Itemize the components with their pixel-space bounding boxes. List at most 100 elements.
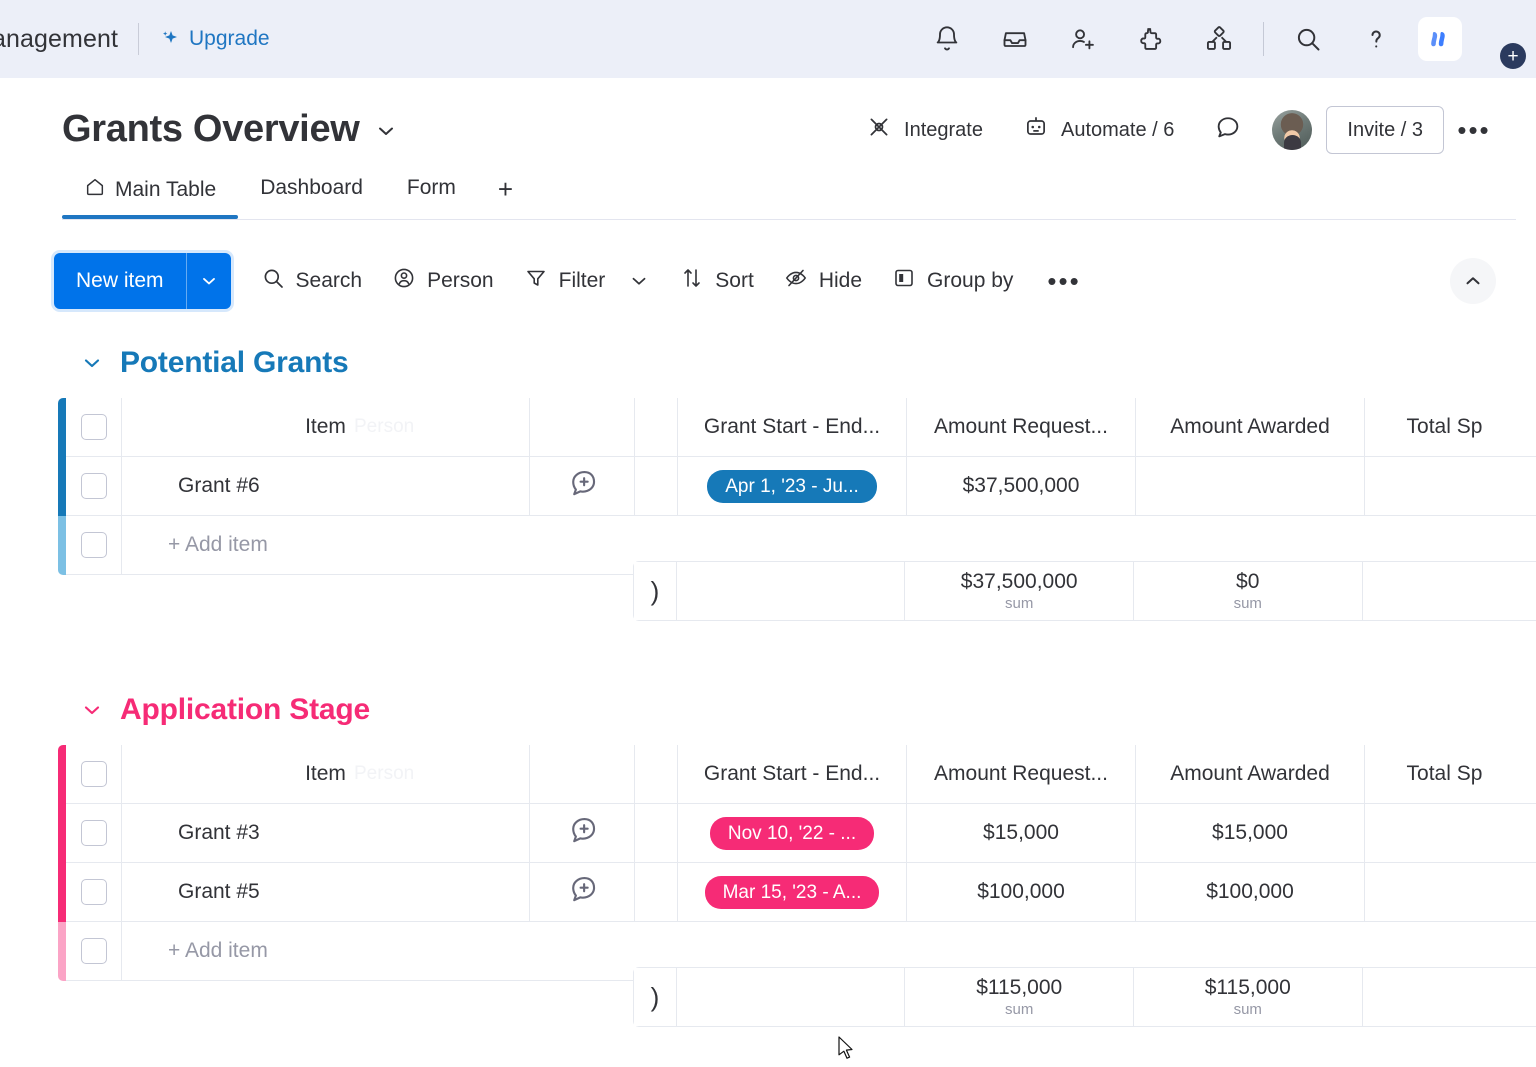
topbar-icon-divider	[1263, 22, 1264, 56]
search-button[interactable]: Search	[261, 266, 363, 296]
summary-total-spent[interactable]	[1363, 562, 1536, 620]
tab-form[interactable]: Form	[385, 176, 478, 214]
hide-button[interactable]: Hide	[784, 266, 862, 296]
column-header-amount-awarded[interactable]: Amount Awarded	[1136, 745, 1365, 804]
add-row-checkbox-cell[interactable]	[66, 516, 122, 575]
column-header-spacer	[635, 745, 678, 804]
item-name-label: Grant #5	[122, 880, 529, 904]
table-row[interactable]: Grant #5 Mar 15, '23 - A... $100,000 $10…	[58, 863, 1536, 922]
monday-logo-icon[interactable]	[1418, 17, 1462, 61]
sort-button[interactable]: Sort	[680, 266, 754, 296]
add-update-icon[interactable]	[565, 872, 599, 912]
summary-close-paren: )	[651, 576, 660, 607]
group-by-button[interactable]: Group by	[892, 266, 1013, 296]
table-row[interactable]: Grant #3 Nov 10, '22 - ... $15,000 $15,0…	[58, 804, 1536, 863]
summary-amount-awarded[interactable]: $115,000 sum	[1134, 968, 1363, 1026]
row-color-bar	[58, 804, 66, 863]
filter-button[interactable]: Filter	[524, 266, 651, 296]
cell-amount-requested[interactable]: $15,000	[907, 804, 1136, 863]
board-more-menu-button[interactable]: •••	[1450, 106, 1498, 154]
column-header-amount-requested[interactable]: Amount Request...	[907, 745, 1136, 804]
column-header-item[interactable]: Item Person	[122, 398, 530, 457]
cell-item-name[interactable]: Grant #5	[122, 863, 530, 922]
cell-conversation[interactable]	[530, 457, 635, 516]
help-icon[interactable]	[1353, 16, 1399, 62]
new-item-chevron-down-icon[interactable]	[187, 253, 231, 309]
summary-amount-awarded[interactable]: $0 sum	[1134, 562, 1363, 620]
search-icon	[261, 266, 285, 296]
summary-amount-requested[interactable]: $37,500,000 sum	[905, 562, 1134, 620]
add-badge-icon[interactable]: +	[1500, 43, 1526, 69]
row-checkbox[interactable]	[81, 473, 107, 499]
board-owner-avatar[interactable]	[1272, 110, 1312, 150]
cell-date-range[interactable]: Apr 1, '23 - Ju...	[678, 457, 907, 516]
column-header-amount-awarded[interactable]: Amount Awarded	[1136, 398, 1365, 457]
date-range-pill: Apr 1, '23 - Ju...	[707, 470, 877, 503]
cell-amount-requested[interactable]: $37,500,000	[907, 457, 1136, 516]
select-all-checkbox-cell[interactable]	[66, 398, 122, 457]
toolbar-more-button[interactable]: •••	[1047, 266, 1080, 297]
column-header-date[interactable]: Grant Start - End...	[678, 398, 907, 457]
cell-total-spent[interactable]	[1365, 863, 1536, 922]
add-row-checkbox-cell[interactable]	[66, 922, 122, 981]
table-row[interactable]: Grant #6 Apr 1, '23 - Ju... $37,500,000	[58, 457, 1536, 516]
notifications-icon[interactable]	[924, 16, 970, 62]
cell-item-name[interactable]: Grant #6	[122, 457, 530, 516]
group-collapse-chevron-down-icon[interactable]	[80, 351, 104, 375]
cell-date-range[interactable]: Nov 10, '22 - ...	[678, 804, 907, 863]
new-item-label: New item	[54, 253, 186, 309]
board-menu-chevron-down-icon[interactable]	[374, 119, 396, 141]
tab-main-table[interactable]: Main Table	[62, 176, 238, 218]
cell-total-spent[interactable]	[1365, 457, 1536, 516]
select-all-checkbox[interactable]	[81, 761, 107, 787]
add-row-checkbox[interactable]	[81, 938, 107, 964]
person-filter-button[interactable]: Person	[392, 266, 494, 296]
add-row-checkbox[interactable]	[81, 532, 107, 558]
group-collapse-chevron-down-icon[interactable]	[80, 698, 104, 722]
cell-total-spent[interactable]	[1365, 804, 1536, 863]
integrate-button[interactable]: Integrate	[846, 106, 1003, 154]
column-header-total-spent[interactable]: Total Sp	[1365, 745, 1536, 804]
row-checkbox-cell[interactable]	[66, 457, 122, 516]
cell-amount-requested[interactable]: $100,000	[907, 863, 1136, 922]
board-updates-button[interactable]	[1194, 106, 1262, 154]
summary-paren-cell: )	[634, 562, 677, 620]
cell-amount-awarded[interactable]: $100,000	[1136, 863, 1365, 922]
product-switcher-icon[interactable]	[1196, 16, 1242, 62]
collapse-toolbar-button[interactable]	[1450, 258, 1496, 304]
row-checkbox[interactable]	[81, 820, 107, 846]
cell-date-range[interactable]: Mar 15, '23 - A...	[678, 863, 907, 922]
select-all-checkbox[interactable]	[81, 414, 107, 440]
add-view-button[interactable]: +	[478, 176, 533, 216]
search-icon[interactable]	[1285, 16, 1331, 62]
cell-conversation[interactable]	[530, 804, 635, 863]
cell-amount-awarded[interactable]: $15,000	[1136, 804, 1365, 863]
column-header-date[interactable]: Grant Start - End...	[678, 745, 907, 804]
add-update-icon[interactable]	[565, 466, 599, 506]
row-checkbox-cell[interactable]	[66, 804, 122, 863]
row-checkbox[interactable]	[81, 879, 107, 905]
invite-button[interactable]: Invite / 3	[1326, 106, 1444, 154]
summary-total-spent[interactable]	[1363, 968, 1536, 1026]
automate-button[interactable]: Automate / 6	[1003, 106, 1194, 154]
sort-icon	[680, 266, 704, 296]
invite-member-icon[interactable]	[1060, 16, 1106, 62]
cell-amount-awarded[interactable]	[1136, 457, 1365, 516]
row-checkbox-cell[interactable]	[66, 863, 122, 922]
upgrade-button[interactable]: Upgrade	[159, 27, 270, 51]
new-item-button[interactable]: New item	[54, 253, 231, 309]
filter-chevron-down-icon[interactable]	[628, 270, 650, 292]
inbox-icon[interactable]	[992, 16, 1038, 62]
add-update-icon[interactable]	[565, 813, 599, 853]
column-header-total-spent[interactable]: Total Sp	[1365, 398, 1536, 457]
select-all-checkbox-cell[interactable]	[66, 745, 122, 804]
cell-conversation[interactable]	[530, 863, 635, 922]
column-header-item-hint: Person	[354, 398, 414, 456]
tab-dashboard[interactable]: Dashboard	[238, 176, 385, 214]
column-header-amount-requested[interactable]: Amount Request...	[907, 398, 1136, 457]
summary-amount-requested[interactable]: $115,000 sum	[905, 968, 1134, 1026]
column-header-item[interactable]: Item Person	[122, 745, 530, 804]
apps-marketplace-icon[interactable]	[1128, 16, 1174, 62]
cell-item-name[interactable]: Grant #3	[122, 804, 530, 863]
user-avatar[interactable]: +	[1468, 13, 1520, 65]
